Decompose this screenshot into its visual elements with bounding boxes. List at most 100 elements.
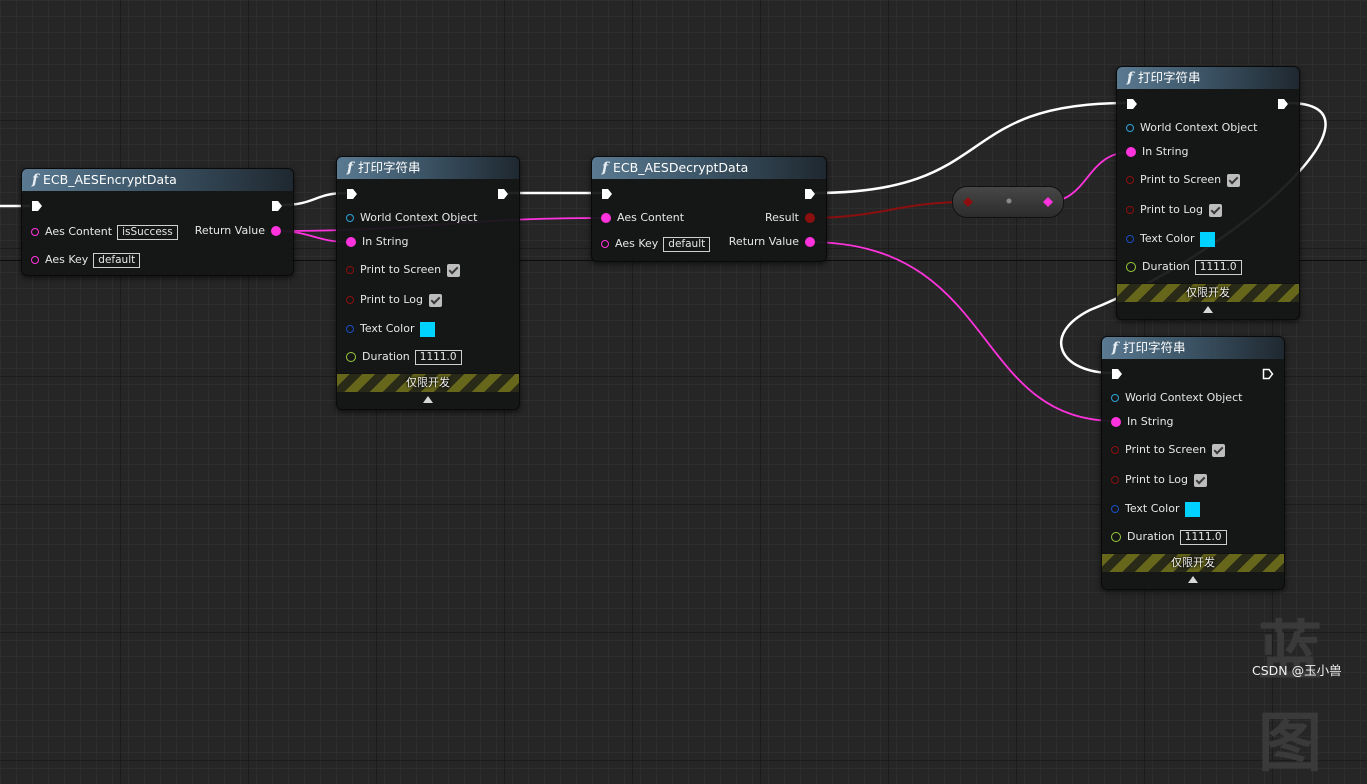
result-label: Result [765,211,799,224]
aes-content-row: Aes Content [601,210,684,226]
string-output-pin[interactable] [1043,197,1053,207]
function-icon: f [32,172,39,188]
expand-arrow-icon[interactable] [1188,576,1198,583]
duration-pin[interactable] [1111,532,1121,542]
print-to-screen-pin[interactable] [1111,446,1119,454]
print-to-screen-row: Print to Screen [1126,172,1241,188]
decrypt-node-header[interactable]: f ECB_AESDecryptData [592,157,826,179]
print-to-log-pin[interactable] [346,296,354,304]
return-value-pin[interactable] [805,237,815,247]
exec-wire-decrypt-print2 [813,101,1127,195]
development-only-bar: 仅限开发 [1102,553,1284,572]
function-icon: f [347,160,354,176]
in-string-pin[interactable] [1111,417,1121,427]
decrypt-node[interactable]: f ECB_AESDecryptData Aes Content Aes Key … [591,156,827,262]
print-to-log-checkbox[interactable] [429,293,442,307]
function-icon: f [1112,340,1119,356]
print-to-log-row: Print to Log [1111,472,1207,488]
aes-key-pin[interactable] [31,256,39,264]
print-string-header[interactable]: f 打印字符串 [1117,67,1299,89]
encrypt-node[interactable]: f ECB_AESEncryptData Aes Content isSucces… [21,168,294,276]
result-pin[interactable] [805,213,815,223]
print-to-log-row: Print to Log [1126,202,1222,218]
print-to-screen-label: Print to Screen [360,263,442,276]
text-color-swatch[interactable] [420,321,436,337]
bool-input-pin[interactable] [963,197,973,207]
in-string-row: In String [1111,414,1174,430]
in-string-pin[interactable] [1126,147,1136,157]
print-to-log-checkbox[interactable] [1194,473,1207,487]
exec-input-pin[interactable] [1126,98,1138,110]
aes-content-row: Aes Content isSuccess [31,224,178,240]
print-to-screen-row: Print to Screen [1111,442,1226,458]
in-string-pin[interactable] [346,237,356,247]
print-to-screen-pin[interactable] [346,266,354,274]
print-string-node-1[interactable]: f 打印字符串 World Context Object In String Pr… [336,156,520,410]
world-context-row: World Context Object [346,210,477,226]
return-value-row: Return Value [195,223,281,239]
encrypt-node-header[interactable]: f ECB_AESEncryptData [22,169,293,191]
duration-input[interactable]: 1111.0 [414,349,462,365]
author-credit: CSDN @玉小兽 [1252,663,1342,678]
text-color-pin[interactable] [1126,235,1134,243]
exec-input-pin[interactable] [601,188,613,200]
exec-output-pin[interactable] [1277,98,1289,110]
print-string-node-3[interactable]: f 打印字符串 World Context Object In String Pr… [1101,336,1285,590]
aes-content-label: Aes Content [617,211,685,224]
expand-arrow-icon[interactable] [1203,306,1213,313]
exec-input-pin[interactable] [31,200,43,212]
print-string-header[interactable]: f 打印字符串 [337,157,519,179]
print-to-log-pin[interactable] [1126,206,1134,214]
duration-pin[interactable] [346,352,356,362]
world-context-label: World Context Object [1125,391,1243,404]
node-title: 打印字符串 [1138,70,1201,85]
text-color-swatch[interactable] [1200,231,1216,247]
print-to-screen-row: Print to Screen [346,262,461,278]
in-string-label: In String [1127,415,1174,428]
exec-output-pin[interactable] [271,200,283,212]
aes-content-label: Aes Content [45,225,113,238]
aes-key-input[interactable]: default [663,236,711,252]
text-color-swatch[interactable] [1185,501,1201,517]
development-only-label: 仅限开发 [406,376,450,389]
text-color-pin[interactable] [1111,505,1119,513]
world-context-pin[interactable] [1111,394,1119,402]
aes-content-pin[interactable] [31,228,39,236]
exec-input-pin[interactable] [1111,368,1123,380]
print-to-log-pin[interactable] [1111,476,1119,484]
conversion-node[interactable] [952,186,1064,218]
duration-row: Duration 1111.0 [1111,529,1227,545]
duration-label: Duration [1142,260,1190,273]
print-string-node-2[interactable]: f 打印字符串 World Context Object In String Pr… [1116,66,1300,320]
text-color-label: Text Color [1125,502,1180,515]
return-value-label: Return Value [194,224,265,237]
aes-key-row: Aes Key default [601,236,711,252]
expand-arrow-icon[interactable] [423,396,433,403]
print-string-header[interactable]: f 打印字符串 [1102,337,1284,359]
duration-input[interactable]: 1111.0 [1194,259,1242,275]
aes-content-input[interactable]: isSuccess [117,224,178,240]
print-to-screen-checkbox[interactable] [447,263,461,277]
print-to-screen-checkbox[interactable] [1227,173,1241,187]
in-string-label: In String [362,235,409,248]
exec-input-pin[interactable] [346,188,358,200]
print-to-screen-label: Print to Screen [1125,443,1207,456]
print-to-screen-checkbox[interactable] [1212,443,1226,457]
aes-key-input[interactable]: default [93,252,141,268]
exec-output-pin[interactable] [1262,368,1274,380]
print-to-log-checkbox[interactable] [1209,203,1222,217]
duration-pin[interactable] [1126,262,1136,272]
aes-key-label: Aes Key [615,237,659,250]
world-context-pin[interactable] [1126,124,1134,132]
aes-key-pin[interactable] [601,240,609,248]
exec-output-pin[interactable] [804,188,816,200]
world-context-pin[interactable] [346,214,354,222]
print-to-log-row: Print to Log [346,292,442,308]
exec-output-pin[interactable] [497,188,509,200]
text-color-pin[interactable] [346,325,354,333]
function-icon: f [1127,70,1134,86]
print-to-screen-pin[interactable] [1126,176,1134,184]
duration-input[interactable]: 1111.0 [1179,529,1227,545]
aes-content-pin[interactable] [601,213,611,223]
return-value-pin[interactable] [271,226,281,236]
